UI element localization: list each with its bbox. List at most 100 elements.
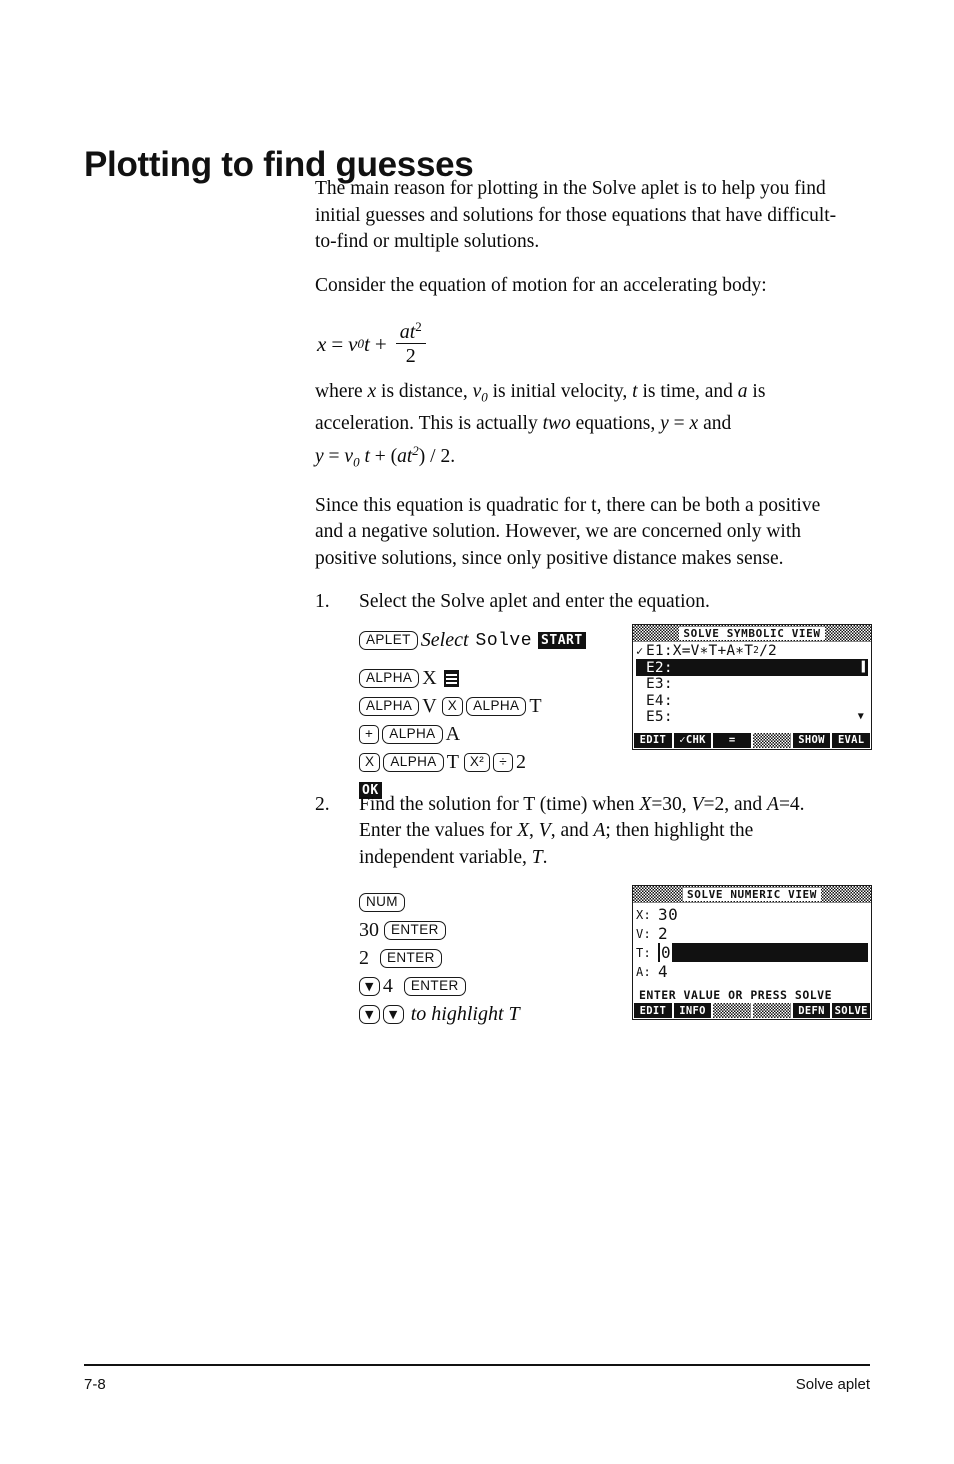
lcd-numeric-row-t-selected[interactable]: T: 0 — [636, 943, 868, 963]
softkey-show[interactable]: SHOW — [792, 732, 831, 748]
lcd-e1-label: E1: — [646, 642, 673, 659]
lcd-e4-label: E4: — [646, 692, 673, 709]
step-1-keystrokes: APLET Select Solve START ALPHA X ALPHA V… — [359, 628, 609, 806]
lcd-row-e3[interactable]: E3: — [636, 676, 868, 693]
key-alpha[interactable]: ALPHA — [359, 669, 420, 689]
lcd-numeric-row-a[interactable]: A: 4 — [636, 962, 868, 981]
letter-x: X — [422, 667, 437, 690]
scroll-down-icon[interactable]: ▼ — [858, 712, 864, 722]
lcd-symbolic-body: ✓ E1: X=V∗T+A∗T 2/2 E2: ▐ E3: E4: E5: ▼ — [633, 642, 871, 733]
lcd-numeric-row-x[interactable]: X: 30 — [636, 905, 868, 924]
body-column: The main reason for plotting in the Solv… — [315, 176, 872, 1029]
letter-v: V — [422, 695, 437, 718]
paragraph-consider: Consider the equation of motion for an a… — [315, 274, 767, 296]
key-enter[interactable]: ENTER — [403, 976, 466, 996]
lcd-symbolic-softkey-bar: EDIT ✓CHK = SHOW EVAL — [633, 732, 871, 749]
key-aplet[interactable]: APLET — [359, 631, 418, 651]
value-30: 30 — [359, 918, 379, 941]
footer-chapter-label: Solve aplet — [795, 1376, 870, 1393]
softkey-empty — [753, 1003, 791, 1019]
letter-t: T — [529, 695, 542, 718]
lcd-row-e4[interactable]: E4: — [636, 693, 868, 710]
keystroke-line-alpha-x: ALPHA X — [359, 666, 609, 692]
lcd-row-e1[interactable]: ✓ E1: X=V∗T+A∗T 2/2 — [636, 643, 868, 660]
equation-fraction: at2 2 — [395, 317, 426, 368]
lcd-row-e5[interactable]: E5: ▼ — [636, 709, 868, 726]
lcd-solve-numeric-view: SOLVE NUMERIC VIEW X: 30 V: 2 T: 0 A: 4 … — [632, 885, 872, 1021]
lcd-numeric-value-v: 2 — [658, 924, 669, 944]
key-arrow-down[interactable]: ▼ — [382, 1004, 404, 1024]
lcd-symbolic-title-bar: SOLVE SYMBOLIC VIEW — [633, 624, 871, 642]
lcd-numeric-value-a: 4 — [658, 962, 669, 982]
softkey-start[interactable]: START — [538, 632, 586, 650]
keystroke-line-aplet: APLET Select Solve START — [359, 628, 609, 654]
keystroke-line-plus-alpha-a: + ALPHA A — [359, 722, 609, 748]
key-divide[interactable]: ÷ — [493, 753, 514, 773]
keystroke-line-down-down-highlight: ▼ ▼ to highlight T — [359, 1001, 609, 1027]
equation-v0-var: v — [348, 331, 358, 356]
key-enter[interactable]: ENTER — [380, 948, 442, 968]
lcd-numeric-label-a: A: — [636, 964, 652, 979]
key-arrow-down[interactable]: ▼ — [359, 1004, 380, 1024]
value-2: 2 — [359, 946, 369, 969]
key-alpha[interactable]: ALPHA — [383, 753, 444, 773]
key-plus[interactable]: + — [359, 725, 380, 745]
softkey-equals[interactable]: = — [713, 732, 752, 748]
display-equation-motion: x = v0t + at2 2 — [315, 311, 850, 367]
lcd-numeric-title: SOLVE NUMERIC VIEW — [682, 888, 821, 902]
softkey-edit[interactable]: EDIT — [634, 732, 672, 748]
equals-key-icon[interactable] — [443, 670, 459, 688]
key-enter[interactable]: ENTER — [384, 920, 446, 940]
step-2-text: Find the solution for T (time) when X=30… — [359, 793, 805, 868]
lcd-solve-symbolic-view: SOLVE SYMBOLIC VIEW ✓ E1: X=V∗T+A∗T 2/2 E2:… — [632, 623, 872, 750]
paragraph-intro: The main reason for plotting in the Solv… — [315, 178, 837, 252]
lcd-e2-cursor: ▐ — [858, 662, 865, 674]
softkey-eval[interactable]: EVAL — [832, 732, 871, 748]
lcd-symbolic-title: SOLVE SYMBOLIC VIEW — [679, 626, 825, 640]
aplet-name-solve: Solve — [475, 630, 533, 651]
lcd-numeric-label-v: V: — [636, 926, 652, 941]
lcd-row-e2-selected[interactable]: E2: ▐ — [636, 659, 868, 677]
equation-equals-sign: = — [331, 331, 344, 356]
step-1-demo: APLET Select Solve START ALPHA X ALPHA V… — [359, 623, 872, 800]
key-alpha[interactable]: ALPHA — [359, 697, 420, 717]
footer-page-number: 7-8 — [84, 1376, 106, 1393]
keystroke-line-alpha-v-times-t: ALPHA V X ALPHA T — [359, 694, 609, 720]
keystroke-line-30-enter: 30 ENTER — [359, 917, 609, 943]
equation-t-var: t — [364, 331, 370, 356]
footer-divider — [84, 1364, 870, 1366]
step-1-number: 1. — [315, 591, 330, 613]
keystroke-line-2-enter: 2 ENTER — [359, 945, 609, 971]
letter-t: T — [446, 751, 459, 774]
lcd-e1-value-tail: /2 — [759, 642, 777, 659]
step-1-text: Select the Solve aplet and enter the equ… — [359, 591, 710, 613]
lcd-numeric-row-v[interactable]: V: 2 — [636, 924, 868, 943]
step-2: 2. Find the solution for T (time) when X… — [315, 792, 850, 872]
equation-plus-sign: + — [374, 331, 387, 356]
key-square[interactable]: X² — [463, 753, 491, 773]
instruction-select: Select — [420, 629, 469, 652]
softkey-chk[interactable]: ✓CHK — [673, 732, 712, 748]
lcd-numeric-highlight-bar: 0 — [658, 943, 868, 963]
key-alpha[interactable]: ALPHA — [382, 725, 443, 745]
softkey-info[interactable]: INFO — [673, 1003, 712, 1019]
keystroke-line-num: NUM — [359, 889, 609, 915]
softkey-defn[interactable]: DEFN — [792, 1003, 831, 1019]
lcd-numeric-label-x: X: — [636, 907, 652, 922]
softkey-empty — [753, 732, 791, 748]
lcd-numeric-status-text: ENTER VALUE OR PRESS SOLVE — [639, 988, 833, 1003]
key-num[interactable]: NUM — [359, 892, 405, 912]
keystroke-line-down-4-enter: ▼ 4 ENTER — [359, 973, 609, 999]
instruction-highlight-t: to highlight T — [410, 1002, 520, 1025]
softkey-empty — [713, 1003, 752, 1019]
paragraph-where: where x is distance, v0 is initial veloc… — [315, 381, 766, 470]
key-multiply[interactable]: X — [441, 697, 464, 717]
lcd-e2-label: E2: — [646, 659, 673, 676]
equation-lhs: x — [317, 331, 327, 356]
softkey-edit[interactable]: EDIT — [634, 1003, 672, 1019]
key-alpha[interactable]: ALPHA — [466, 697, 527, 717]
key-arrow-down[interactable]: ▼ — [359, 976, 380, 996]
key-multiply[interactable]: X — [359, 753, 381, 773]
fraction-denominator: 2 — [405, 345, 416, 368]
softkey-solve[interactable]: SOLVE — [832, 1003, 871, 1019]
